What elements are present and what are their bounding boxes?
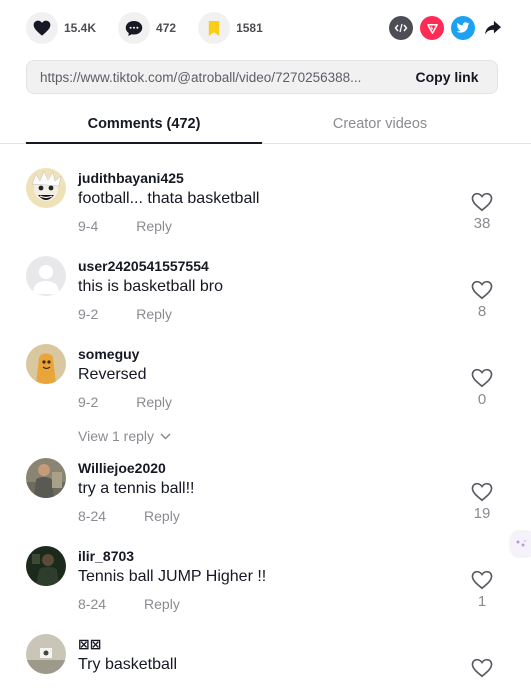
copy-link-button[interactable]: Copy link xyxy=(397,69,497,85)
sparkle-icon xyxy=(516,540,526,547)
avatar[interactable] xyxy=(26,168,66,208)
comment-date: 9-2 xyxy=(78,394,99,410)
comment-like: 1 xyxy=(469,570,495,610)
favorite-count: 1581 xyxy=(236,21,263,35)
comment-like-count: 0 xyxy=(477,391,487,408)
comment-bubble-icon xyxy=(125,20,143,36)
comment-username[interactable]: ilir_8703 xyxy=(78,548,134,564)
twitter-share-button[interactable] xyxy=(451,16,475,40)
video-link-bar: https://www.tiktok.com/@atroball/video/7… xyxy=(26,60,498,94)
comment-like-count: 19 xyxy=(473,505,491,522)
side-widget-tab[interactable] xyxy=(511,532,531,556)
comment-like-count: 8 xyxy=(477,303,487,320)
heart-outline-icon[interactable] xyxy=(471,192,493,212)
embed-button[interactable] xyxy=(389,16,413,40)
comment-meta: 9-4 Reply xyxy=(78,218,172,234)
favorite-button[interactable] xyxy=(198,12,231,44)
avatar[interactable] xyxy=(26,344,66,384)
heart-outline-icon[interactable] xyxy=(471,368,493,388)
comment-date: 9-2 xyxy=(78,306,99,322)
like-button[interactable] xyxy=(26,12,58,44)
favorite-stat[interactable]: 1581 xyxy=(198,12,263,44)
comment-like: 19 xyxy=(469,482,495,522)
stats-bar: 15.4K 472 1581 xyxy=(26,10,505,46)
comment-text: Tennis ball JUMP Higher !! xyxy=(78,568,267,585)
heart-outline-icon[interactable] xyxy=(471,280,493,300)
avatar[interactable] xyxy=(26,256,66,296)
reply-button[interactable]: Reply xyxy=(144,596,180,612)
comment-button[interactable] xyxy=(118,12,151,44)
video-url[interactable]: https://www.tiktok.com/@atroball/video/7… xyxy=(27,70,387,85)
comment-like-count: 38 xyxy=(473,215,491,232)
comment-count: 472 xyxy=(156,21,177,35)
send-to-friends-button[interactable] xyxy=(420,16,444,40)
comment-text: Reversed xyxy=(78,366,147,383)
heart-icon xyxy=(33,20,51,36)
comment-date: 9-4 xyxy=(78,218,99,234)
comment-like: 8 xyxy=(469,280,495,320)
share-arrow-icon xyxy=(485,20,501,35)
comment-text: this is basketball bro xyxy=(78,278,223,295)
comment-like xyxy=(469,658,495,678)
comment-username[interactable]: someguy xyxy=(78,346,139,362)
more-share-button[interactable] xyxy=(481,16,505,40)
tabs-bar: Comments (472) Creator videos xyxy=(0,110,531,144)
comment-username[interactable]: ⊠⊠ xyxy=(78,636,101,653)
comment-text: football... thata basketball xyxy=(78,190,260,207)
tab-creator-videos[interactable]: Creator videos xyxy=(262,110,498,144)
comment-date: 8-24 xyxy=(78,596,107,612)
embed-icon xyxy=(394,23,408,33)
comment-meta: 8-24 Reply xyxy=(78,596,180,612)
heart-outline-icon[interactable] xyxy=(471,570,493,590)
comment-username[interactable]: user2420541557554 xyxy=(78,258,209,274)
heart-outline-icon[interactable] xyxy=(471,482,493,502)
comment-stat[interactable]: 472 xyxy=(118,12,176,44)
comment-text: try a tennis ball!! xyxy=(78,480,195,497)
comment-date: 8-24 xyxy=(78,508,107,524)
like-count: 15.4K xyxy=(64,21,97,35)
avatar[interactable] xyxy=(26,546,66,586)
comment-like: 38 xyxy=(469,192,495,232)
reply-button[interactable]: Reply xyxy=(136,394,172,410)
reply-button[interactable]: Reply xyxy=(144,508,180,524)
comment-meta: 9-2 Reply xyxy=(78,306,172,322)
chevron-down-icon xyxy=(160,432,171,440)
share-group xyxy=(382,16,505,40)
view-replies-label: View 1 reply xyxy=(78,428,155,444)
avatar[interactable] xyxy=(26,458,66,498)
comment-username[interactable]: Williejoe2020 xyxy=(78,460,166,476)
like-stat[interactable]: 15.4K xyxy=(26,12,96,44)
reply-button[interactable]: Reply xyxy=(136,218,172,234)
comment-meta: 9-2 Reply xyxy=(78,394,172,410)
tab-comments[interactable]: Comments (472) xyxy=(26,110,262,144)
comment-text: Try basketball xyxy=(78,656,177,673)
comment-meta: 8-24 Reply xyxy=(78,508,180,524)
send-icon xyxy=(426,23,438,34)
avatar[interactable] xyxy=(26,634,66,674)
bookmark-icon xyxy=(208,20,220,36)
comment-username[interactable]: judithbayani425 xyxy=(78,170,184,186)
reply-button[interactable]: Reply xyxy=(136,306,172,322)
twitter-icon xyxy=(456,22,470,33)
heart-outline-icon[interactable] xyxy=(471,658,493,678)
comment-like-count: 1 xyxy=(477,593,487,610)
view-replies-button[interactable]: View 1 reply xyxy=(78,428,171,444)
comment-like: 0 xyxy=(469,368,495,408)
